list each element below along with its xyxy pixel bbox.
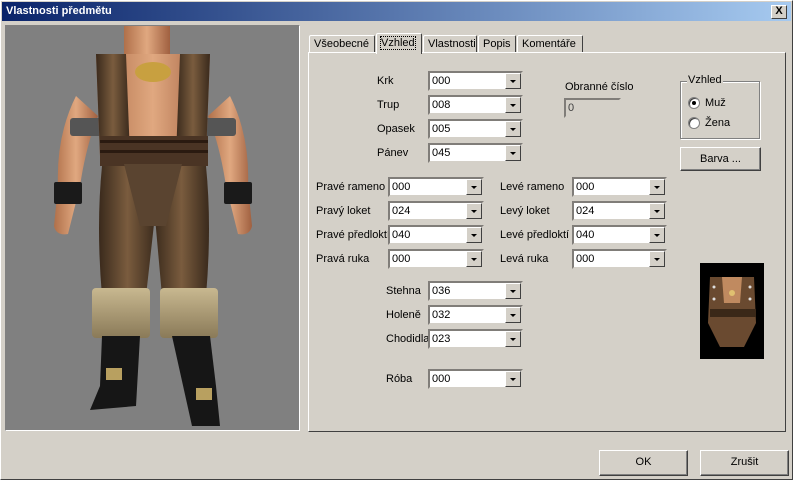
roba-combo[interactable]: 000	[428, 369, 523, 389]
leva-ruka-combo[interactable]: 000	[572, 249, 667, 269]
chevron-down-icon[interactable]	[466, 227, 482, 243]
trup-label: Trup	[377, 99, 400, 111]
trup-combo[interactable]: 008	[428, 95, 523, 115]
armor-class-label: Obranné číslo	[565, 81, 634, 93]
chevron-down-icon[interactable]	[649, 251, 665, 267]
appearance-groupbox: Vzhled	[680, 74, 760, 139]
window-title: Vlastnosti předmětu	[6, 5, 112, 17]
levy-loket-combo[interactable]: 024	[572, 201, 667, 221]
item-thumbnail	[700, 263, 764, 359]
chevron-down-icon[interactable]	[505, 97, 521, 113]
prave-rameno-combo[interactable]: 000	[388, 177, 484, 197]
dialog-window: Vlastnosti předmětu X Všeobecné Vzhled V…	[0, 0, 793, 480]
chevron-down-icon[interactable]	[505, 73, 521, 89]
chevron-down-icon[interactable]	[649, 179, 665, 195]
prave-predlokti-combo[interactable]: 040	[388, 225, 484, 245]
tab-vzhled[interactable]: Vzhled	[376, 33, 422, 54]
chevron-down-icon[interactable]	[505, 331, 521, 347]
tab-komentare[interactable]: Komentáře	[517, 35, 583, 53]
title-bar: Vlastnosti předmětu X	[2, 2, 791, 21]
prave-loket-label: Pravý loket	[316, 205, 371, 217]
tab-vlastnosti[interactable]: Vlastnosti	[423, 35, 477, 53]
chevron-down-icon[interactable]	[505, 307, 521, 323]
chevron-down-icon[interactable]	[505, 145, 521, 161]
chevron-down-icon[interactable]	[466, 179, 482, 195]
chevron-down-icon[interactable]	[505, 283, 521, 299]
leva-ruka-label: Levá ruka	[500, 253, 549, 265]
tab-popis[interactable]: Popis	[478, 35, 516, 53]
tab-vseobecne[interactable]: Všeobecné	[309, 35, 375, 53]
krk-label: Krk	[377, 75, 394, 87]
prave-predlokti-label: Pravé předloktí	[316, 229, 390, 241]
opasek-combo[interactable]: 005	[428, 119, 523, 139]
prava-ruka-combo[interactable]: 000	[388, 249, 484, 269]
prava-ruka-label: Pravá ruka	[316, 253, 370, 265]
ok-button[interactable]: OK	[599, 450, 688, 476]
close-icon: X	[775, 5, 783, 17]
holene-combo[interactable]: 032	[428, 305, 523, 325]
character-model-image	[54, 26, 252, 426]
prave-rameno-label: Pravé rameno	[316, 181, 386, 193]
levy-loket-label: Levý loket	[500, 205, 550, 217]
color-button[interactable]: Barva ...	[680, 147, 761, 171]
chevron-down-icon[interactable]	[505, 371, 521, 387]
stehna-label: Stehna	[386, 285, 421, 297]
model-preview	[5, 25, 300, 431]
opasek-label: Opasek	[377, 123, 415, 135]
armor-thumbnail-image	[708, 277, 756, 347]
close-button[interactable]: X	[771, 5, 787, 19]
chodidla-combo[interactable]: 023	[428, 329, 523, 349]
appearance-group-title: Vzhled	[687, 74, 723, 86]
krk-combo[interactable]: 000	[428, 71, 523, 91]
leve-predlokti-combo[interactable]: 040	[572, 225, 667, 245]
chevron-down-icon[interactable]	[466, 251, 482, 267]
chevron-down-icon[interactable]	[505, 121, 521, 137]
chevron-down-icon[interactable]	[466, 203, 482, 219]
female-radio[interactable]	[688, 117, 700, 129]
chevron-down-icon[interactable]	[649, 203, 665, 219]
male-radio[interactable]	[688, 97, 700, 109]
armor-class-field: 0	[564, 98, 621, 118]
chodidla-label: Chodidla	[386, 333, 430, 345]
prave-loket-combo[interactable]: 024	[388, 201, 484, 221]
male-label: Muž	[705, 97, 726, 109]
leve-predlokti-label: Levé předloktí	[500, 229, 570, 241]
leve-rameno-label: Levé rameno	[500, 181, 565, 193]
cancel-button[interactable]: Zrušit	[700, 450, 789, 476]
chevron-down-icon[interactable]	[649, 227, 665, 243]
panev-label: Pánev	[377, 147, 409, 159]
stehna-combo[interactable]: 036	[428, 281, 523, 301]
roba-label: Róba	[386, 373, 413, 385]
female-label: Žena	[705, 117, 731, 129]
panev-combo[interactable]: 045	[428, 143, 523, 163]
leve-rameno-combo[interactable]: 000	[572, 177, 667, 197]
holene-label: Holeně	[386, 309, 421, 321]
